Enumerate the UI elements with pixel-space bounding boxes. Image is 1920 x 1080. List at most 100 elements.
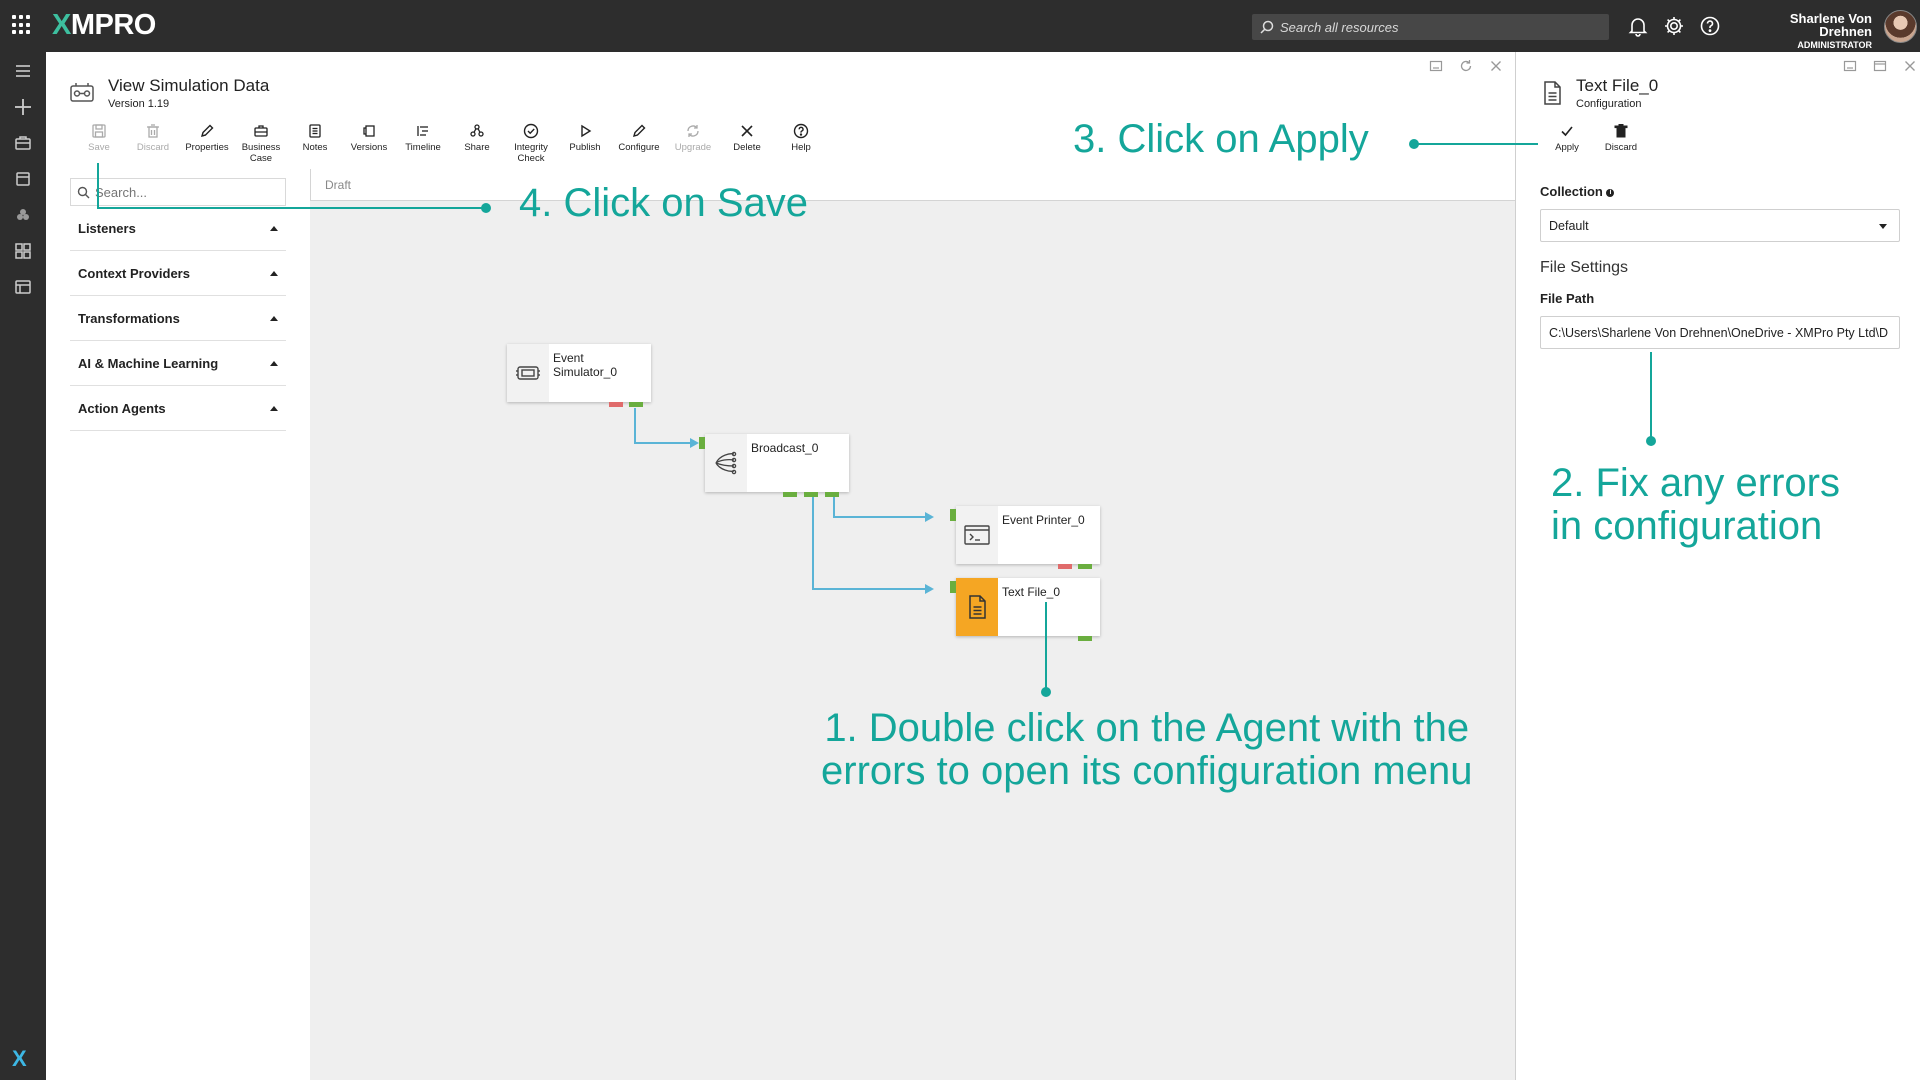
caret-up-icon [270,360,278,366]
agent-event-printer[interactable]: Event Printer_0 [950,506,1100,569]
share-icon [470,124,484,137]
output-port[interactable] [1078,564,1092,569]
agent-broadcast[interactable]: Broadcast_0 [699,434,849,497]
xmpro-mark-icon[interactable]: X [12,1046,27,1072]
share-button[interactable]: Share [450,122,504,165]
close-icon[interactable] [1902,58,1918,74]
configure-button[interactable]: Configure [612,122,666,165]
output-port[interactable] [1078,636,1092,641]
recipes-icon[interactable] [12,204,34,226]
caret-up-icon [270,225,278,231]
save-button[interactable]: Save [72,122,126,165]
collection-label: Collection i [1540,184,1615,199]
discard-button[interactable]: Discard [126,122,180,165]
publish-button[interactable]: Publish [558,122,612,165]
connectors [634,408,934,594]
business-case-button[interactable]: Business Case [234,122,288,165]
file-path-field[interactable]: C:\Users\Sharlene Von Drehnen\OneDrive -… [1540,316,1900,349]
bell-icon[interactable] [1626,14,1650,38]
discard-button[interactable]: Discard [1594,122,1648,153]
caret-down-icon [1879,224,1887,229]
window-controls [1428,58,1504,74]
notes-button[interactable]: Notes [288,122,342,165]
panel-window-controls [1842,58,1918,74]
plus-icon[interactable] [12,96,34,118]
minimize-icon[interactable] [1842,58,1858,74]
stream-icon [70,83,94,102]
category-listeners[interactable]: Listeners [70,206,286,251]
versions-icon [363,125,375,137]
upgrade-button[interactable]: Upgrade [666,122,720,165]
file-settings-heading: File Settings [1540,259,1629,276]
panel-header: Text File_0 Configuration [1540,76,1658,110]
check-circle-icon [523,123,539,139]
text-file-icon [956,578,998,636]
connector-broadcast-printer [833,496,928,518]
avatar[interactable] [1884,10,1917,43]
app-designer-icon[interactable] [12,276,34,298]
category-action-agents[interactable]: Action Agents [70,386,286,431]
help-icon [793,123,809,139]
annotation-step-4: 4. Click on Save [519,181,809,225]
timeline-icon [417,126,428,136]
output-port[interactable] [825,492,839,497]
output-port[interactable] [783,492,797,497]
apply-button[interactable]: Apply [1540,122,1594,153]
menu-icon[interactable] [12,60,34,82]
search-input[interactable] [1280,19,1600,35]
delete-button[interactable]: Delete [720,122,774,165]
help-button[interactable]: Help [774,122,828,165]
design-canvas[interactable]: Draft Event Simulator_0 Broadcast_0 Even… [310,169,1515,1080]
help-icon[interactable] [1698,14,1722,38]
panel-subtitle: Configuration [1576,98,1642,110]
close-icon[interactable] [1488,58,1504,74]
properties-button[interactable]: Properties [180,122,234,165]
maximize-icon[interactable] [1872,58,1888,74]
output-port[interactable] [629,402,643,407]
palette-search-input[interactable] [95,184,275,200]
panel-title: Text File_0 [1576,76,1659,95]
category-transformations[interactable]: Transformations [70,296,286,341]
check-icon [1561,126,1573,137]
refresh-icon [687,125,699,137]
pencil-icon [200,124,214,138]
info-icon: i [1606,188,1615,197]
refresh-icon[interactable] [1458,58,1474,74]
simulator-icon [507,344,549,402]
timeline-button[interactable]: Timeline [396,122,450,165]
configuration-panel: Text File_0 Configuration Apply Discard … [1515,52,1920,1080]
palette-search[interactable] [70,178,286,206]
page-version: Version 1.19 [108,98,170,110]
agent-label: Event Simulator_0 [553,351,618,379]
global-search[interactable] [1252,14,1609,40]
user-menu[interactable]: Sharlene Von Drehnen ADMINISTRATOR [1740,12,1872,50]
integrity-check-button[interactable]: Integrity Check [504,122,558,165]
agent-label: Broadcast_0 [751,441,819,455]
gear-icon[interactable] [1662,14,1686,38]
agent-text-file[interactable]: Text File_0 [950,578,1100,641]
broadcast-icon [705,434,747,492]
calendar-icon[interactable] [12,168,34,190]
briefcase-icon[interactable] [12,132,34,154]
collection-select[interactable]: Default [1540,209,1900,242]
error-port[interactable] [1058,564,1072,569]
page-header: View Simulation Data Version 1.19 [68,76,269,110]
page-title: View Simulation Data [108,76,270,95]
versions-button[interactable]: Versions [342,122,396,165]
app-launcher-icon[interactable] [12,15,32,35]
terminal-icon [956,506,998,564]
minimize-icon[interactable] [1428,58,1444,74]
dashboard-icon[interactable] [12,240,34,262]
search-icon [1260,20,1274,34]
error-port[interactable] [609,402,623,407]
output-port[interactable] [804,492,818,497]
annotation-step-3: 3. Click on Apply [1073,117,1369,161]
xmpro-logo[interactable]: XMPRO [52,9,156,42]
agent-event-simulator[interactable]: Event Simulator_0 [507,344,651,407]
category-context-providers[interactable]: Context Providers [70,251,286,296]
category-ai-machine-learning[interactable]: AI & Machine Learning [70,341,286,386]
save-icon [92,124,106,138]
trash-icon [1614,124,1628,138]
caret-up-icon [270,405,278,411]
agent-label: Event Printer_0 [1002,513,1085,527]
